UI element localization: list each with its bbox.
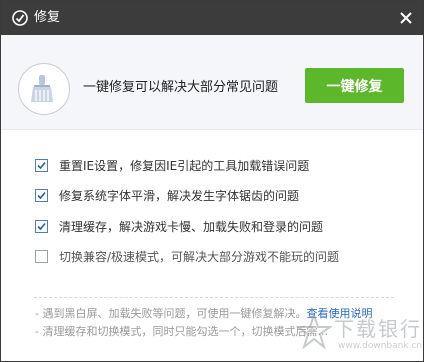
- repair-banner: 一键修复可以解决大部分常见问题 一键修复: [1, 35, 423, 130]
- one-click-fix-button[interactable]: 一键修复: [305, 68, 404, 103]
- window-title: 修复: [34, 10, 61, 25]
- checkbox-switch-mode[interactable]: [35, 250, 48, 263]
- watermark: 下载银行 www.downbank.cn: [296, 311, 423, 361]
- close-button[interactable]: [395, 7, 417, 29]
- security-logo-icon: [12, 10, 28, 26]
- footer-divider: [34, 297, 394, 298]
- option-switch-mode-label: 切换兼容/极速模式，可解决大部分游戏不能玩的问题: [59, 250, 340, 264]
- checkbox-reset-ie[interactable]: [35, 158, 48, 172]
- option-switch-mode[interactable]: 切换兼容/极速模式，可解决大部分游戏不能玩的问题: [35, 247, 339, 267]
- repair-dialog: 修复 一键修复可以解决大部分常见问题 一键修复 重置IE设置，修复因IE引起的工…: [0, 0, 424, 362]
- repair-options: 重置IE设置，修复因IE引起的工具加载错误问题 修复系统字体平滑，解决发生字体锯…: [35, 155, 339, 277]
- checkbox-font-smoothing[interactable]: [35, 189, 48, 202]
- checkbox-clear-cache[interactable]: [35, 219, 48, 233]
- option-reset-ie-label: 重置IE设置，修复因IE引起的工具加载错误问题: [59, 158, 310, 173]
- option-font-smoothing[interactable]: 修复系统字体平滑，解决发生字体锯齿的问题: [35, 186, 339, 206]
- title-bar[interactable]: 修复: [1, 1, 423, 35]
- option-clear-cache-label: 清理缓存，解决游戏卡慢、加载失败和登录的问题: [59, 219, 324, 234]
- banner-headline: 一键修复可以解决大部分常见问题: [83, 80, 279, 95]
- watermark-url: www.downbank.cn: [338, 341, 423, 351]
- broom-icon-circle: [18, 63, 70, 115]
- option-clear-cache[interactable]: 清理缓存，解决游戏卡慢、加载失败和登录的问题: [35, 216, 339, 236]
- option-reset-ie[interactable]: 重置IE设置，修复因IE引起的工具加载错误问题: [35, 155, 339, 175]
- option-font-smoothing-label: 修复系统字体平滑，解决发生字体锯齿的问题: [59, 189, 300, 203]
- broom-icon: [31, 75, 53, 102]
- watermark-text: 下载银行: [334, 317, 422, 341]
- downbank-logo-icon: [296, 313, 332, 349]
- footer-line-1-text: - 遇到黑白屏、加载失败等问题，可使用一键修复解决。: [35, 307, 307, 320]
- close-icon: [400, 12, 412, 24]
